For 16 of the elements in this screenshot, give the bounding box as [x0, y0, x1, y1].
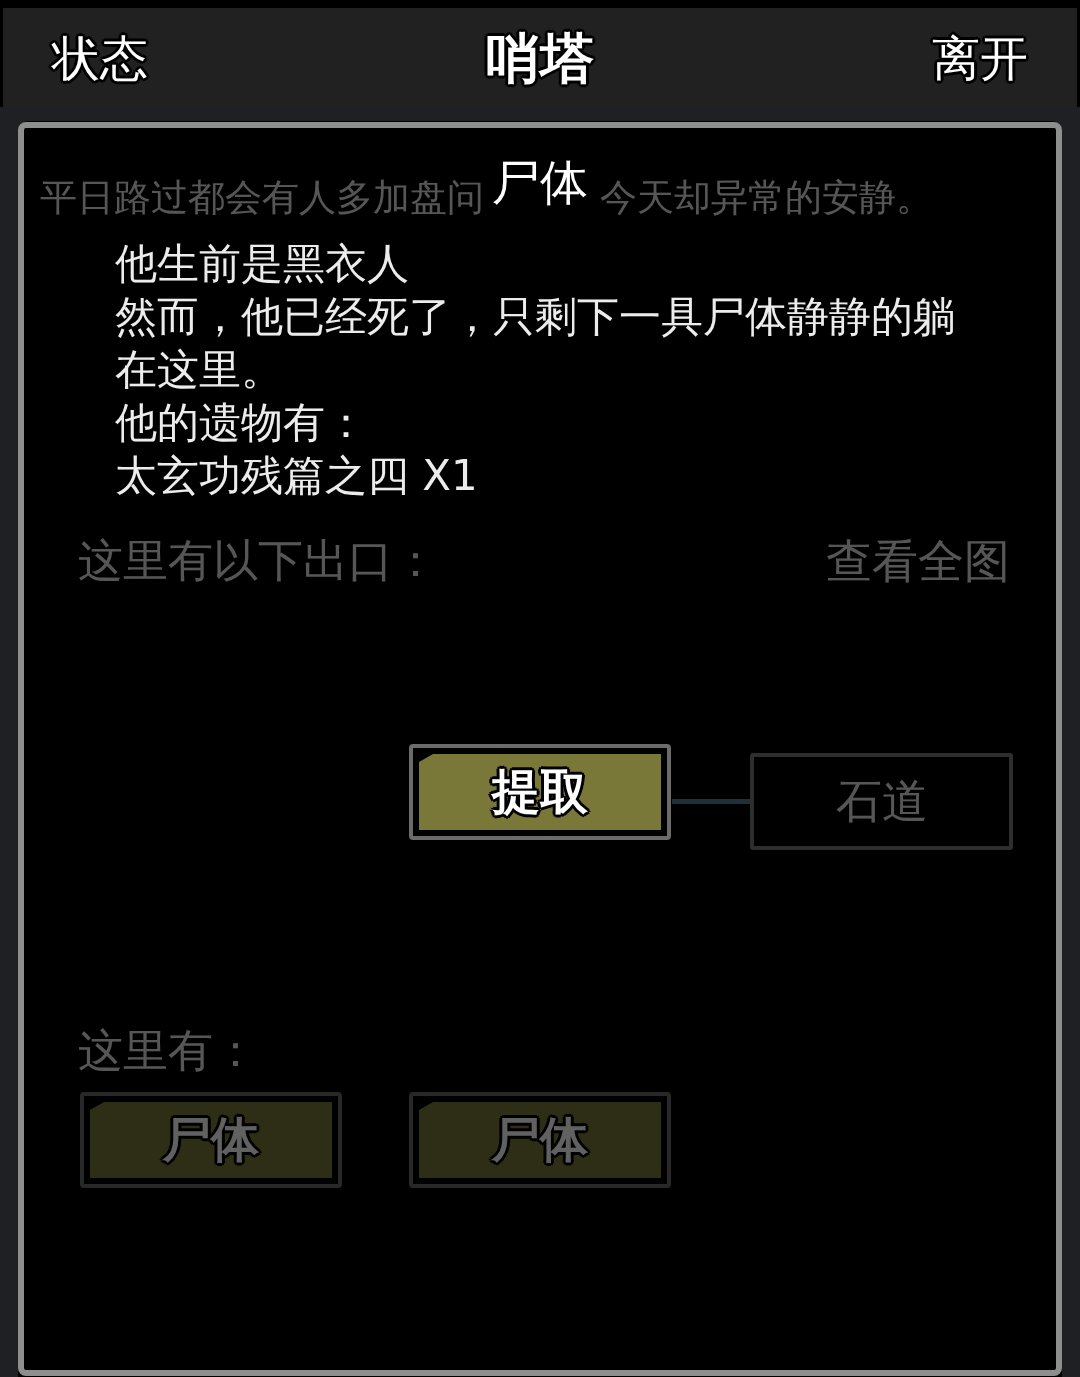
dialog-text: 然而，他已经死了，只剩下一具尸体静静的躺在这里。	[115, 291, 956, 396]
dialog-text: 太玄功残篇之四 X1	[115, 450, 479, 502]
description-text: 平日路过都会有人多加盘问	[40, 176, 484, 220]
item-button[interactable]: 尸体	[80, 1092, 342, 1188]
location-node[interactable]: 石道	[750, 753, 1013, 850]
item-button[interactable]: 尸体	[409, 1092, 671, 1188]
view-map-link[interactable]: 查看全图	[826, 535, 1010, 587]
dialog-text: 他生前是黑衣人	[115, 238, 410, 290]
status-button[interactable]: 状态	[52, 29, 148, 86]
here-label: 这里有：	[78, 1024, 258, 1077]
leave-button[interactable]: 离开	[932, 29, 1028, 86]
page-title: 哨塔	[486, 25, 594, 90]
exits-label: 这里有以下出口：	[78, 535, 438, 587]
dialog-title: 尸体	[492, 154, 588, 210]
description-text: 今天却异常的安静。	[600, 176, 933, 220]
dialog-text: 他的遗物有：	[115, 397, 368, 449]
